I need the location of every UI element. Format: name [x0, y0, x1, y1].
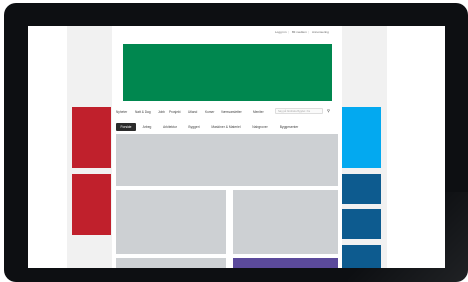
separator: | — [288, 30, 289, 34]
nav-item-jobb[interactable]: Jobb — [158, 110, 165, 114]
purple-promo-block[interactable] — [233, 258, 338, 268]
article-card-placeholder[interactable] — [116, 190, 226, 254]
search-input[interactable]: Søg på Nordiska Bygdet i fra — [275, 108, 323, 114]
tab-forside[interactable]: Forside — [116, 123, 136, 131]
top-banner-ad[interactable] — [123, 44, 332, 101]
nav-item-nyheter[interactable]: Nyheter — [116, 110, 127, 114]
nav-item-prosjekt[interactable]: Prosjekt — [169, 110, 181, 114]
advertising-link[interactable]: Annonsering — [312, 30, 329, 34]
featured-article-placeholder[interactable] — [116, 134, 338, 186]
tab-nabgrover[interactable]: Nabgrover — [249, 123, 271, 131]
category-tabs: Forside Arbeg Arkitektur Byggeri Maskine… — [112, 120, 342, 132]
ad-left-bottom[interactable] — [72, 174, 111, 235]
ad-right-top[interactable] — [342, 107, 381, 168]
ad-right-2[interactable] — [342, 174, 381, 204]
ad-right-4[interactable] — [342, 245, 381, 268]
article-card-placeholder[interactable] — [233, 190, 338, 254]
nav-item-meniter[interactable]: Meniter — [253, 110, 264, 114]
login-link[interactable]: Logg inn — [275, 30, 287, 34]
ad-left-top[interactable] — [72, 107, 111, 168]
nav-item-varsvarsletter[interactable]: Værsvarsletter — [221, 110, 242, 114]
nav-item-utland[interactable]: Utland — [188, 110, 197, 114]
main-nav: Nyheter Natt & Dag Jobb Prosjekt Utland … — [112, 106, 342, 117]
become-member-link[interactable]: Bli medlem — [292, 30, 307, 34]
article-card-placeholder[interactable] — [116, 258, 226, 268]
nav-item-kurser[interactable]: Kurser — [205, 110, 214, 114]
tab-arkitektur[interactable]: Arkitektur — [158, 123, 182, 131]
tablet-device-frame: Logg inn | Bli medlem | Annonsering Nyhe… — [4, 3, 468, 282]
tab-arbeg[interactable]: Arbeg — [139, 123, 155, 131]
tab-byggesenter[interactable]: Byggesenter — [274, 123, 304, 131]
ad-right-3[interactable] — [342, 209, 381, 239]
screen: Logg inn | Bli medlem | Annonsering Nyhe… — [28, 26, 445, 268]
tab-byggeri[interactable]: Byggeri — [185, 123, 203, 131]
top-links-bar: Logg inn | Bli medlem | Annonsering — [112, 30, 342, 38]
main-page: Logg inn | Bli medlem | Annonsering Nyhe… — [112, 26, 342, 268]
nav-item-natt-dag[interactable]: Natt & Dag — [135, 110, 151, 114]
separator: | — [308, 30, 309, 34]
search-icon[interactable]: ⚲ — [325, 108, 332, 114]
tab-maskiner-materiel[interactable]: Maskiner & Materiel — [206, 123, 246, 131]
